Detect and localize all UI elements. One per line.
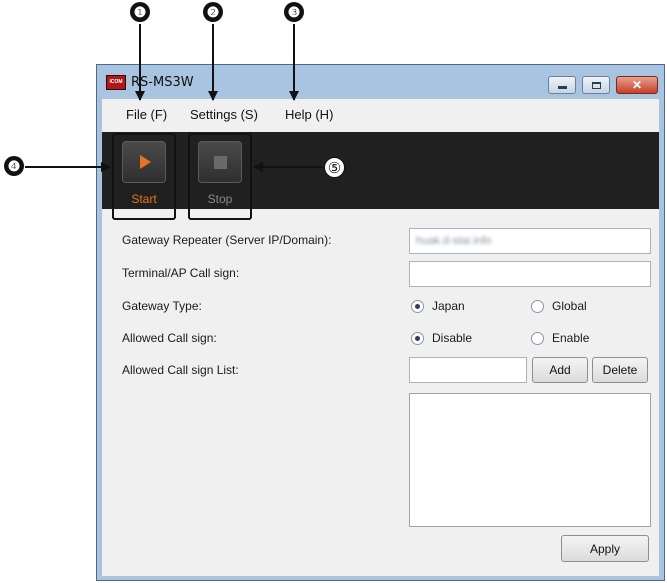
menu-help[interactable]: Help (H) bbox=[285, 107, 333, 122]
allowed-callsign-list[interactable] bbox=[409, 393, 651, 527]
allowed-callsign-disable-radio[interactable] bbox=[411, 332, 424, 345]
allowed-callsign-label: Allowed Call sign: bbox=[122, 331, 217, 345]
minimize-icon bbox=[557, 86, 567, 89]
allowed-callsign-input[interactable] bbox=[409, 357, 527, 383]
title-bar[interactable]: ICOM RS-MS3W ✕ bbox=[97, 65, 664, 99]
allowed-callsign-disable-label[interactable]: Disable bbox=[432, 331, 472, 345]
terminal-callsign-input[interactable] bbox=[409, 261, 651, 287]
close-icon: ✕ bbox=[631, 78, 643, 92]
terminal-callsign-label: Terminal/AP Call sign: bbox=[122, 266, 240, 280]
toolbar: Start Stop bbox=[102, 132, 659, 209]
callout-3: ❸ bbox=[284, 2, 304, 22]
client-area: File (F) Settings (S) Help (H) Start Sto… bbox=[102, 99, 659, 576]
gateway-type-japan-radio[interactable] bbox=[411, 300, 424, 313]
gateway-repeater-label: Gateway Repeater (Server IP/Domain): bbox=[122, 233, 332, 247]
stop-highlight-frame bbox=[188, 133, 252, 220]
menu-bar: File (F) Settings (S) Help (H) bbox=[102, 99, 659, 131]
maximize-button[interactable] bbox=[582, 76, 610, 94]
add-button[interactable]: Add bbox=[532, 357, 588, 383]
callout-2: ❷ bbox=[203, 2, 223, 22]
gateway-type-global-radio[interactable] bbox=[531, 300, 544, 313]
gateway-repeater-value: huak.d-star.info bbox=[416, 235, 492, 247]
gateway-type-label: Gateway Type: bbox=[122, 299, 202, 313]
app-logo-icon: ICOM bbox=[106, 75, 126, 90]
menu-settings[interactable]: Settings (S) bbox=[190, 107, 258, 122]
minimize-button[interactable] bbox=[548, 76, 576, 94]
gateway-type-japan-label[interactable]: Japan bbox=[432, 299, 465, 313]
menu-file[interactable]: File (F) bbox=[126, 107, 167, 122]
app-window: ICOM RS-MS3W ✕ File (F) Settings (S) Hel… bbox=[96, 64, 665, 581]
allowed-callsign-enable-label[interactable]: Enable bbox=[552, 331, 589, 345]
gateway-repeater-input[interactable]: huak.d-star.info bbox=[409, 228, 651, 254]
gateway-type-global-label[interactable]: Global bbox=[552, 299, 587, 313]
close-button[interactable]: ✕ bbox=[616, 76, 658, 94]
allowed-callsign-enable-radio[interactable] bbox=[531, 332, 544, 345]
delete-button[interactable]: Delete bbox=[592, 357, 648, 383]
start-highlight-frame bbox=[112, 133, 176, 220]
allowed-list-label: Allowed Call sign List: bbox=[122, 363, 239, 377]
callout-5: ⑤ bbox=[324, 157, 345, 178]
window-title: RS-MS3W bbox=[131, 75, 194, 90]
callout-1: ❶ bbox=[130, 2, 150, 22]
apply-button[interactable]: Apply bbox=[561, 535, 649, 562]
maximize-icon bbox=[591, 81, 601, 89]
callout-4: ❹ bbox=[4, 156, 24, 176]
